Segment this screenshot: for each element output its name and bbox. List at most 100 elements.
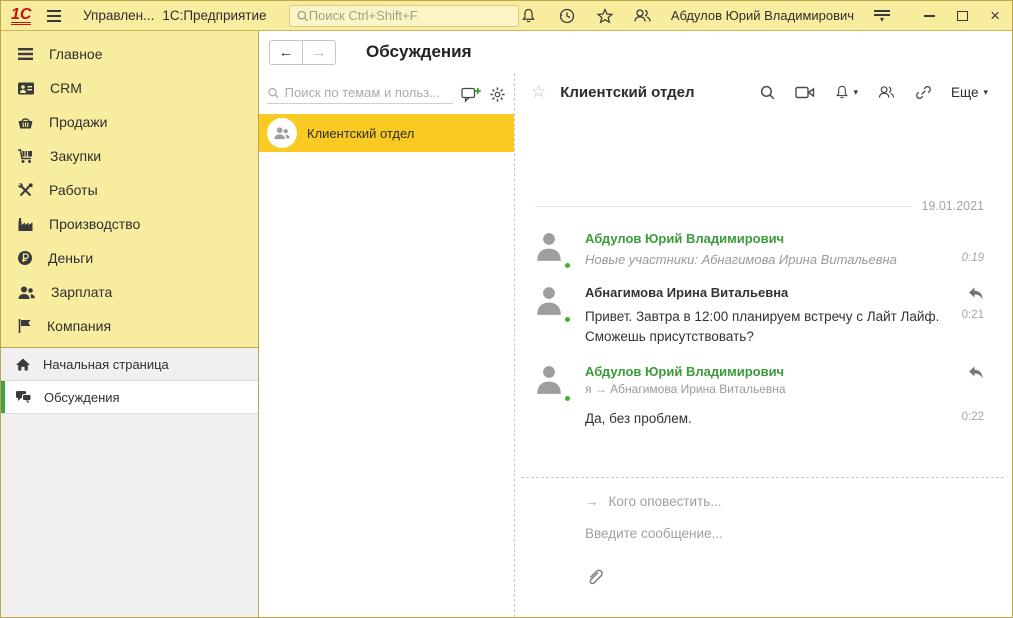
more-button[interactable]: Еще ▾ — [951, 85, 988, 100]
favorites-star-icon[interactable] — [595, 6, 615, 26]
message: Абнагимова Ирина Витальевна Привет. Завт… — [535, 285, 984, 346]
current-user-name[interactable]: Абдулов Юрий Владимирович — [671, 8, 854, 23]
message-author[interactable]: Абдулов Юрий Владимирович — [585, 364, 984, 379]
avatar — [535, 231, 585, 267]
group-people-icon — [273, 126, 291, 140]
address-book-icon — [17, 81, 35, 96]
tab-home-page[interactable]: Начальная страница — [1, 348, 258, 381]
sidebar-item-production[interactable]: Производство — [1, 207, 258, 241]
people-icon — [17, 285, 36, 300]
minimize-button[interactable] — [924, 15, 935, 17]
sidebar: Главное CRM Продажи Закупки Работы — [1, 31, 259, 617]
discussion-list-item[interactable]: Клиентский отдел — [259, 114, 514, 152]
online-status-dot — [563, 315, 572, 324]
message-recipient: я → Абнагимова Ирина Витальевна — [585, 382, 984, 396]
person-icon — [535, 285, 563, 316]
date-label: 19.01.2021 — [921, 199, 984, 213]
online-status-dot — [563, 394, 572, 403]
discussions-list-pane: Клиентский отдел — [259, 73, 514, 617]
close-button[interactable]: × — [990, 11, 1000, 21]
basket-icon — [17, 115, 34, 130]
person-icon — [535, 364, 563, 395]
date-separator: 19.01.2021 — [535, 199, 984, 213]
discussions-search-input[interactable] — [285, 85, 453, 100]
platform-title: 1С:Предприятие — [162, 8, 266, 23]
link-icon[interactable] — [915, 84, 932, 101]
global-search-input[interactable] — [309, 8, 512, 23]
notifications-bell-icon[interactable] — [519, 6, 539, 26]
gear-icon[interactable] — [489, 86, 506, 103]
collaboration-people-icon[interactable] — [633, 6, 653, 26]
group-avatar — [267, 118, 297, 148]
search-icon — [296, 9, 309, 23]
tab-discussions[interactable]: Обсуждения — [1, 381, 258, 414]
message-placeholder: Введите сообщение... — [585, 526, 723, 541]
global-search[interactable] — [289, 5, 519, 27]
main-menu-icon[interactable] — [47, 10, 61, 22]
online-status-dot — [563, 261, 572, 270]
chat-bubbles-icon — [15, 390, 32, 405]
messages-area: 19.01.2021 Абдулов Юрий Владимирович — [515, 111, 1012, 477]
caret-down-icon: ▾ — [983, 87, 988, 98]
message-time: 0:19 — [962, 252, 984, 264]
flag-icon — [17, 318, 32, 334]
sidebar-item-company[interactable]: Компания — [1, 309, 258, 343]
search-icon — [267, 86, 280, 100]
message-time: 0:21 — [962, 307, 984, 324]
sidebar-item-money[interactable]: Деньги — [1, 241, 258, 275]
message: Абдулов Юрий Владимирович я → Абнагимова… — [535, 364, 984, 429]
message-meta: Новые участники: Абнагимова Ирина Виталь… — [585, 252, 962, 267]
message-text: Привет. Завтра в 12:00 планируем встречу… — [585, 307, 962, 346]
home-icon — [15, 357, 31, 372]
discussions-search[interactable] — [267, 85, 453, 104]
app-title: Управлен... — [83, 8, 154, 23]
service-menu-icon[interactable]: ▾ — [872, 10, 892, 22]
tools-icon — [17, 182, 34, 198]
notify-field[interactable]: → Кого оповестить... — [585, 494, 1004, 509]
nav-back-button[interactable]: ← — [269, 40, 303, 65]
sidebar-empty-area — [1, 414, 258, 617]
cart-icon — [17, 148, 35, 164]
factory-icon — [17, 217, 34, 232]
composer: → Кого оповестить... Введите сообщение..… — [521, 477, 1004, 617]
chat-header: ☆ Клиентский отдел ▾ — [515, 73, 1012, 111]
chat-members-icon[interactable] — [877, 84, 896, 100]
chat-title: Клиентский отдел — [560, 84, 694, 101]
avatar — [535, 285, 585, 346]
history-icon[interactable] — [557, 6, 577, 26]
message-text: Да, без проблем. — [585, 409, 962, 429]
message-system: Абдулов Юрий Владимирович Новые участник… — [535, 231, 984, 267]
reply-icon[interactable] — [967, 285, 984, 301]
new-discussion-icon[interactable] — [461, 86, 481, 103]
caret-down-icon: ▾ — [853, 87, 858, 98]
menu-icon — [17, 47, 34, 61]
top-bar: 1С Управлен... 1С:Предприятие Абдулов Юр… — [1, 1, 1012, 31]
notify-arrow-icon: → — [585, 494, 599, 509]
sidebar-item-salary[interactable]: Зарплата — [1, 275, 258, 309]
ruble-coin-icon — [17, 250, 33, 266]
app-window: 1С Управлен... 1С:Предприятие Абдулов Юр… — [0, 0, 1013, 618]
sidebar-item-works[interactable]: Работы — [1, 173, 258, 207]
1c-logo-icon: 1С — [11, 7, 31, 25]
sidebar-item-main[interactable]: Главное — [1, 37, 258, 71]
nav-forward-button[interactable]: → — [302, 40, 336, 65]
notify-placeholder: Кого оповестить... — [609, 494, 722, 509]
attach-file-icon[interactable] — [585, 567, 605, 589]
message-time: 0:22 — [962, 409, 984, 426]
sidebar-item-purchases[interactable]: Закупки — [1, 139, 258, 173]
message-author[interactable]: Абнагимова Ирина Витальевна — [585, 285, 984, 300]
favorite-star-icon[interactable]: ☆ — [531, 82, 546, 102]
message-author[interactable]: Абдулов Юрий Владимирович — [585, 231, 984, 246]
message-input[interactable]: Введите сообщение... — [585, 526, 1004, 541]
video-call-icon[interactable] — [795, 85, 815, 100]
sidebar-item-sales[interactable]: Продажи — [1, 105, 258, 139]
chat-pane: ☆ Клиентский отдел ▾ — [514, 73, 1012, 617]
chat-notifications-icon[interactable]: ▾ — [834, 84, 858, 100]
maximize-button[interactable] — [957, 11, 968, 21]
page-title: Обсуждения — [366, 42, 472, 62]
chat-search-icon[interactable] — [759, 84, 776, 101]
reply-icon[interactable] — [967, 364, 984, 380]
person-icon — [535, 231, 563, 262]
avatar — [535, 364, 585, 429]
sidebar-item-crm[interactable]: CRM — [1, 71, 258, 105]
